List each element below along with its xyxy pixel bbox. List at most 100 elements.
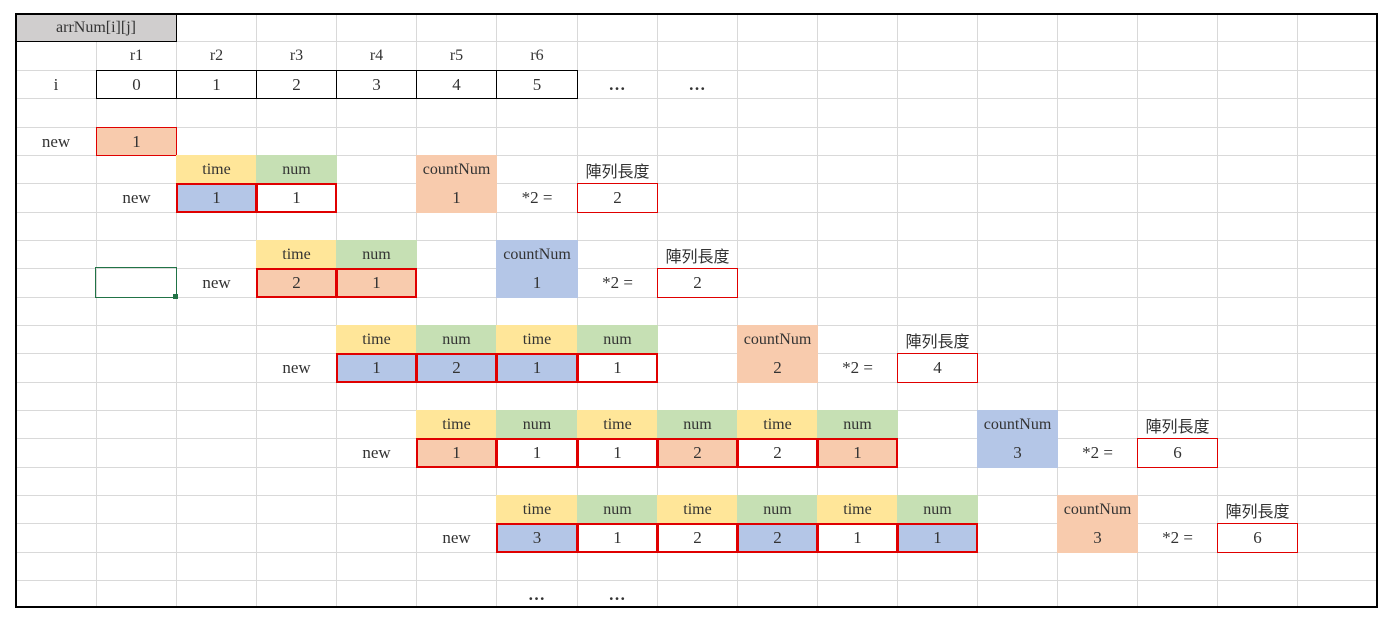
count-header: countNum	[416, 155, 497, 184]
count-value[interactable]: 1	[496, 268, 578, 298]
array-value-cell[interactable]: 1	[897, 523, 978, 553]
array-value-cell[interactable]: 1	[416, 438, 497, 468]
time-header: time	[176, 155, 257, 184]
length-header: 陣列長度	[1145, 418, 1210, 436]
num-header: num	[817, 410, 898, 439]
fill-handle[interactable]	[173, 294, 178, 299]
count-value[interactable]: 2	[737, 353, 818, 383]
num-header: num	[496, 410, 578, 439]
num-header: num	[336, 240, 417, 269]
time-header: time	[336, 325, 417, 354]
count-header: countNum	[977, 410, 1058, 439]
index-cell[interactable]: 3	[336, 70, 417, 99]
length-header: 陣列長度	[585, 163, 650, 181]
count-value[interactable]: 3	[1057, 523, 1138, 553]
row-header[interactable]: r1	[96, 41, 177, 71]
times-two-label: *2 =	[1082, 443, 1113, 462]
row-header[interactable]: r5	[416, 41, 497, 71]
times-two-label: *2 =	[521, 188, 553, 207]
gridline-vertical	[256, 13, 257, 608]
array-value-cell[interactable]: 1	[496, 438, 578, 468]
num-header: num	[737, 495, 818, 524]
times-two-label: *2 =	[842, 358, 873, 377]
row-header[interactable]: r4	[336, 41, 417, 71]
array-value-cell[interactable]: 1	[176, 183, 257, 213]
row-header[interactable]: r2	[176, 41, 257, 71]
spreadsheet[interactable]: arrNum[i][j] r1 r2 r3 r4 r5 r6 i 0 1 2 3 4 5…… new 1 tim…	[0, 0, 1395, 625]
index-cell[interactable]: 1	[176, 70, 257, 99]
time-header: time	[817, 495, 898, 524]
length-value[interactable]: 6	[1137, 438, 1218, 468]
count-value[interactable]: 3	[977, 438, 1058, 468]
ellipsis[interactable]: …	[577, 580, 658, 609]
length-header: 陣列長度	[1225, 503, 1290, 521]
times-two-label: *2 =	[1162, 528, 1193, 547]
time-header: time	[737, 410, 818, 439]
i-label[interactable]: i	[15, 70, 97, 99]
gridline-vertical	[96, 13, 97, 608]
length-header: 陣列長度	[665, 248, 730, 266]
new-label[interactable]: new	[176, 268, 257, 298]
gridline-horizontal	[15, 353, 1377, 354]
gridline-vertical	[416, 13, 417, 608]
row-header[interactable]: r6	[496, 41, 578, 71]
gridline-vertical	[176, 13, 177, 608]
array-value-cell[interactable]: 2	[416, 353, 497, 383]
new-label[interactable]: new	[416, 523, 497, 553]
length-value[interactable]: 6	[1217, 523, 1298, 553]
time-header: time	[496, 325, 578, 354]
time-header: time	[577, 410, 658, 439]
index-cell[interactable]: 4	[416, 70, 497, 99]
length-value[interactable]: 2	[577, 183, 658, 213]
index-cell[interactable]: 0	[96, 70, 177, 99]
num-header: num	[256, 155, 337, 184]
title-cell[interactable]: arrNum[i][j]	[15, 13, 177, 42]
length-value[interactable]: 2	[657, 268, 738, 298]
array-value-cell[interactable]: 1	[256, 183, 337, 213]
gridline-vertical	[336, 13, 337, 608]
ellipsis[interactable]: …	[657, 70, 738, 99]
array-value-cell[interactable]: 2	[657, 523, 738, 553]
array-value-cell[interactable]: 2	[737, 523, 818, 553]
gridline-horizontal	[15, 580, 1377, 581]
time-header: time	[256, 240, 337, 269]
array-value-cell[interactable]: 1	[817, 523, 898, 553]
array-value-cell[interactable]: 2	[737, 438, 818, 468]
count-header: countNum	[496, 240, 578, 269]
array-value-cell[interactable]: 2	[256, 268, 337, 298]
count-value[interactable]: 1	[416, 183, 497, 213]
new-label[interactable]: new	[96, 183, 177, 213]
array-value-cell[interactable]: 1	[496, 353, 578, 383]
array-value-cell[interactable]: 1	[336, 268, 417, 298]
num-header: num	[577, 325, 658, 354]
selected-cell[interactable]	[95, 267, 177, 298]
time-header: time	[416, 410, 497, 439]
new-value-cell[interactable]: 1	[96, 127, 177, 156]
array-value-cell[interactable]: 3	[496, 523, 578, 553]
array-value-cell[interactable]: 1	[577, 438, 658, 468]
new-label[interactable]: new	[15, 127, 97, 156]
array-value-cell[interactable]: 1	[577, 523, 658, 553]
row-header[interactable]: r3	[256, 41, 337, 71]
length-value[interactable]: 4	[897, 353, 978, 383]
new-label[interactable]: new	[336, 438, 417, 468]
array-value-cell[interactable]: 2	[657, 438, 738, 468]
array-value-cell[interactable]: 1	[577, 353, 658, 383]
ellipsis[interactable]: …	[577, 70, 658, 99]
ellipsis[interactable]: …	[496, 580, 578, 609]
num-header: num	[897, 495, 978, 524]
time-header: time	[496, 495, 578, 524]
new-label[interactable]: new	[256, 353, 337, 383]
count-header: countNum	[737, 325, 818, 354]
length-header: 陣列長度	[905, 333, 970, 351]
gridline-horizontal	[15, 127, 1377, 128]
index-cell[interactable]: 2	[256, 70, 337, 99]
gridline-horizontal	[15, 382, 1377, 383]
times-two-label: *2 =	[602, 273, 633, 292]
array-value-cell[interactable]: 1	[336, 353, 417, 383]
index-cell[interactable]: 5	[496, 70, 578, 99]
gridline-horizontal	[15, 325, 1377, 326]
count-header: countNum	[1057, 495, 1138, 524]
array-value-cell[interactable]: 1	[817, 438, 898, 468]
time-header: time	[657, 495, 738, 524]
